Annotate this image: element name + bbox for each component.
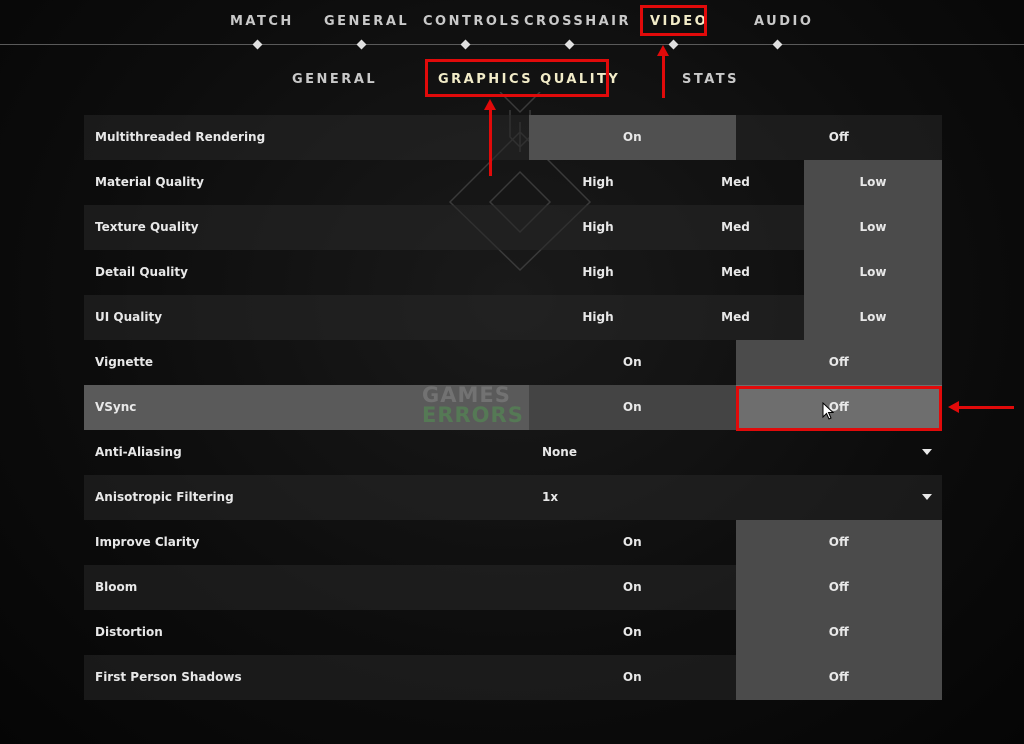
annotation-box-video [640, 5, 707, 36]
top-nav-divider [0, 44, 1024, 45]
setting-label: Texture Quality [95, 220, 199, 234]
anti-aliasing-dropdown[interactable]: None [529, 430, 942, 475]
option-group: High Med Low [529, 295, 942, 340]
setting-row-improve-clarity: Improve Clarity On Off [84, 520, 942, 565]
setting-row-detail-quality: Detail Quality High Med Low [84, 250, 942, 295]
diamond-icon [356, 39, 367, 50]
setting-label: UI Quality [95, 310, 163, 324]
option-group: On Off [529, 655, 942, 700]
setting-label: Detail Quality [95, 265, 188, 279]
setting-label: Anti-Aliasing [95, 445, 182, 459]
diamond-icon [460, 39, 471, 50]
option-group: On Off [529, 610, 942, 655]
option-med[interactable]: Med [667, 295, 804, 340]
option-off[interactable]: Off [735, 610, 942, 655]
option-low[interactable]: Low [804, 295, 942, 340]
option-off[interactable]: Off [735, 655, 942, 700]
option-high[interactable]: High [529, 250, 667, 295]
diamond-icon [564, 39, 575, 50]
option-on[interactable]: On [529, 385, 736, 430]
subtab-general[interactable]: GENERAL [292, 72, 377, 87]
annotation-box-graphics-quality [425, 59, 609, 97]
setting-row-vignette: Vignette On Off [84, 340, 942, 385]
annotation-box-vsync-off [736, 386, 942, 431]
option-high[interactable]: High [529, 160, 667, 205]
option-group: On Off [529, 340, 942, 385]
setting-label: Distortion [95, 625, 163, 639]
option-on[interactable]: On [529, 340, 736, 385]
setting-label: First Person Shadows [95, 670, 242, 684]
caret-down-icon [922, 494, 932, 500]
option-on[interactable]: On [529, 565, 736, 610]
setting-row-multithreaded-rendering: Multithreaded Rendering On Off [84, 115, 942, 160]
tab-general[interactable]: GENERAL [324, 14, 409, 29]
setting-row-bloom: Bloom On Off [84, 565, 942, 610]
subtab-stats[interactable]: STATS [682, 72, 739, 87]
setting-label: Anisotropic Filtering [95, 490, 234, 504]
option-on[interactable]: On [529, 520, 736, 565]
setting-label: Vignette [95, 355, 154, 369]
option-group: On Off [529, 520, 942, 565]
setting-label: Improve Clarity [95, 535, 200, 549]
option-low[interactable]: Low [804, 250, 942, 295]
option-low[interactable]: Low [804, 160, 942, 205]
option-low[interactable]: Low [804, 205, 942, 250]
top-nav: MATCH GENERAL CONTROLS CROSSHAIR VIDEO A… [0, 0, 1024, 50]
setting-label: Bloom [95, 580, 138, 594]
setting-row-anti-aliasing: Anti-Aliasing None [84, 430, 942, 475]
setting-row-distortion: Distortion On Off [84, 610, 942, 655]
watermark: GAMES ERRORS [422, 383, 524, 427]
option-group: On Off [529, 565, 942, 610]
option-on[interactable]: On [529, 115, 736, 160]
dropdown-value: None [542, 445, 577, 459]
diamond-icon [668, 39, 679, 50]
option-group: High Med Low [529, 160, 942, 205]
setting-label: Multithreaded Rendering [95, 130, 266, 144]
option-on[interactable]: On [529, 655, 736, 700]
option-off[interactable]: Off [735, 565, 942, 610]
tab-match[interactable]: MATCH [230, 14, 294, 29]
setting-label: Material Quality [95, 175, 204, 189]
option-med[interactable]: Med [667, 250, 804, 295]
tab-crosshair[interactable]: CROSSHAIR [524, 14, 631, 29]
option-off[interactable]: Off [735, 340, 942, 385]
option-high[interactable]: High [529, 205, 667, 250]
option-group: On Off [529, 115, 942, 160]
tab-controls[interactable]: CONTROLS [423, 14, 522, 29]
option-high[interactable]: High [529, 295, 667, 340]
option-group: High Med Low [529, 250, 942, 295]
option-off[interactable]: Off [735, 520, 942, 565]
annotation-arrow-up [657, 45, 669, 98]
option-med[interactable]: Med [667, 205, 804, 250]
setting-row-anisotropic-filtering: Anisotropic Filtering 1x [84, 475, 942, 520]
setting-row-first-person-shadows: First Person Shadows On Off [84, 655, 942, 700]
setting-row-ui-quality: UI Quality High Med Low [84, 295, 942, 340]
caret-down-icon [922, 449, 932, 455]
annotation-arrow-left [948, 401, 1014, 413]
option-off[interactable]: Off [736, 115, 943, 160]
tab-audio[interactable]: AUDIO [754, 14, 813, 29]
option-on[interactable]: On [529, 610, 736, 655]
annotation-arrow-up [484, 99, 496, 176]
option-med[interactable]: Med [667, 160, 804, 205]
setting-row-material-quality: Material Quality High Med Low [84, 160, 942, 205]
option-group: High Med Low [529, 205, 942, 250]
watermark-line-2: ERRORS [422, 403, 524, 427]
dropdown-value: 1x [542, 490, 559, 504]
diamond-icon [252, 39, 263, 50]
diamond-icon [772, 39, 783, 50]
setting-row-texture-quality: Texture Quality High Med Low [84, 205, 942, 250]
anisotropic-filtering-dropdown[interactable]: 1x [529, 475, 942, 520]
watermark-line-1: GAMES [422, 383, 511, 407]
